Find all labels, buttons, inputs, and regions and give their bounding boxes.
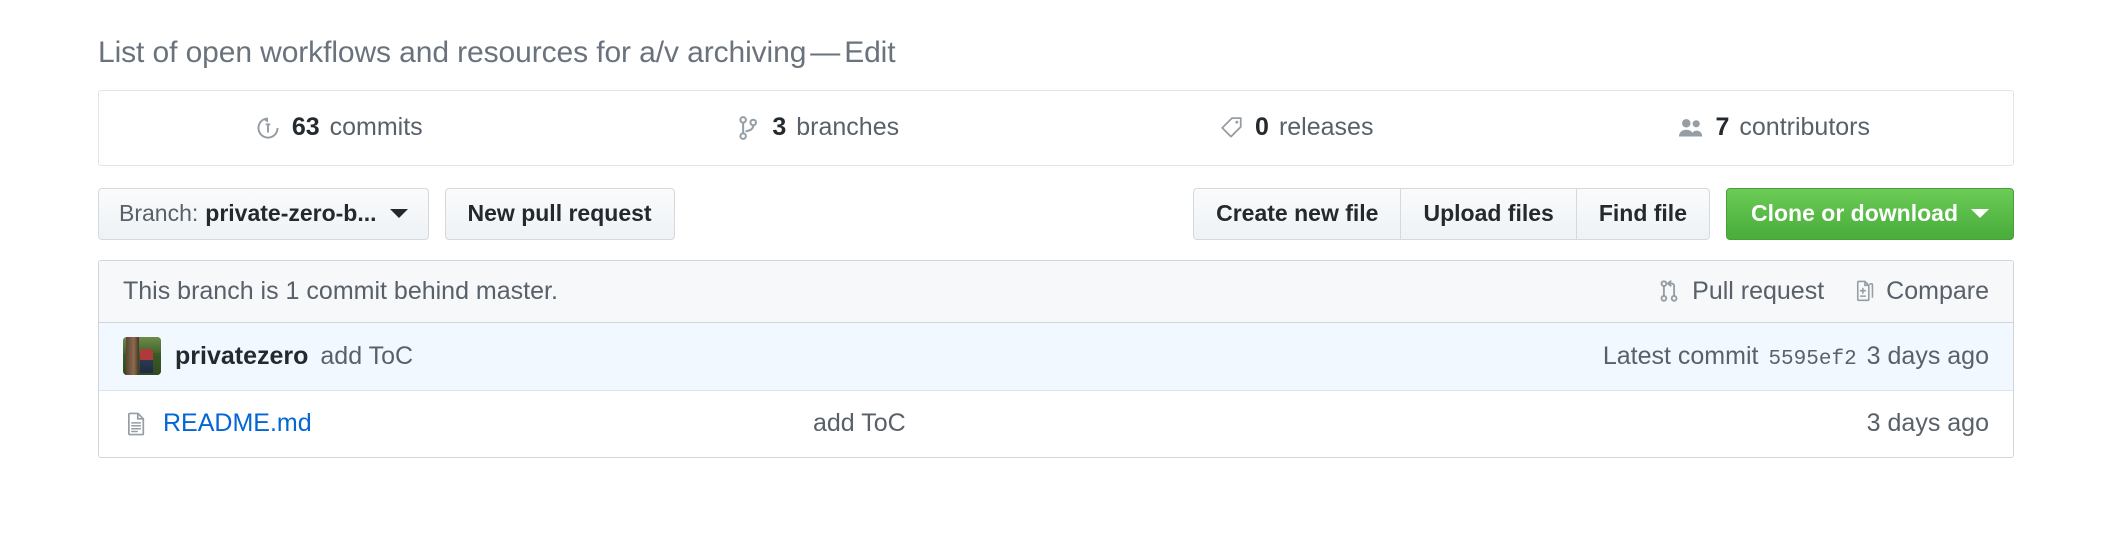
avatar	[123, 337, 161, 375]
branch-status-actions: Pull request Compare	[1656, 277, 1989, 306]
stat-releases-count: 0	[1255, 113, 1269, 141]
latest-commit-age: 3 days ago	[1866, 341, 1989, 370]
commit-sha-link[interactable]: 5595ef2	[1768, 348, 1856, 371]
repository-toolbar: Branch: private-zero-b... New pull reque…	[98, 187, 2014, 240]
repo-description: List of open workflows and resources for…	[98, 36, 807, 69]
file-name-link[interactable]: README.md	[163, 409, 312, 438]
stat-commits[interactable]: 63 commits	[99, 91, 578, 165]
chevron-down-icon	[1971, 209, 1989, 218]
chevron-down-icon	[389, 209, 408, 218]
file-icon	[123, 411, 149, 437]
page-title: List of open workflows and resources for…	[98, 0, 2014, 90]
diff-icon	[1850, 278, 1876, 304]
branch-status-text: This branch is 1 commit behind master.	[123, 276, 558, 305]
table-row: README.md add ToC 3 days ago	[99, 390, 2013, 457]
repository-stats-bar: 63 commits 3 branches 0 releases 7 contr…	[98, 89, 2014, 166]
title-separator: —	[810, 36, 841, 69]
toolbar-left-group: Branch: private-zero-b... New pull reque…	[98, 187, 675, 240]
stat-commits-label: commits	[329, 113, 423, 141]
stat-contributors-count: 7	[1715, 113, 1730, 141]
clone-or-download-button[interactable]: Clone or download	[1726, 187, 2014, 240]
repository-page: List of open workflows and resources for…	[0, 0, 2112, 550]
stat-contributors[interactable]: 7 contributors	[1535, 91, 2014, 165]
stat-releases-label: releases	[1278, 113, 1374, 141]
file-name-cell: README.md	[123, 409, 813, 438]
stat-branches[interactable]: 3 branches	[578, 91, 1057, 165]
stat-branches-label: branches	[796, 113, 900, 141]
pull-request-label: Pull request	[1692, 276, 1825, 305]
stat-commits-count: 63	[291, 113, 320, 141]
stat-releases[interactable]: 0 releases	[1056, 91, 1535, 165]
git-pull-request-icon	[1656, 278, 1682, 304]
new-pull-request-button[interactable]: New pull request	[444, 187, 675, 240]
stat-contributors-label: contributors	[1739, 113, 1871, 141]
clone-or-download-label: Clone or download	[1751, 200, 1958, 226]
latest-commit-row: privatezero add ToC Latest commit 5595ef…	[99, 322, 2013, 391]
stat-branches-count: 3	[772, 113, 787, 141]
pull-request-link[interactable]: Pull request	[1656, 277, 1824, 306]
page-content: List of open workflows and resources for…	[98, 0, 2014, 458]
file-listing-box: This branch is 1 commit behind master. P…	[98, 259, 2014, 458]
tag-icon	[1217, 114, 1245, 142]
compare-link[interactable]: Compare	[1850, 277, 1989, 306]
edit-description-link[interactable]: Edit	[844, 36, 895, 69]
toolbar-right-group: Create new file Upload files Find file C…	[1193, 187, 2014, 240]
commit-message-link[interactable]: add ToC	[320, 342, 413, 371]
branch-selector-name: private-zero-b...	[205, 200, 377, 226]
file-actions-button-group: Create new file Upload files Find file	[1193, 187, 1710, 240]
create-new-file-button[interactable]: Create new file	[1193, 187, 1401, 240]
upload-files-button[interactable]: Upload files	[1400, 187, 1576, 240]
history-icon	[254, 114, 282, 142]
branch-status-bar: This branch is 1 commit behind master. P…	[99, 260, 2013, 323]
branch-selector-button[interactable]: Branch: private-zero-b...	[98, 187, 429, 240]
branch-selector-prefix: Branch:	[119, 200, 199, 226]
git-branch-icon	[734, 114, 762, 142]
file-age: 3 days ago	[1866, 409, 1989, 437]
commit-author-link[interactable]: privatezero	[175, 342, 308, 371]
compare-label: Compare	[1886, 276, 1989, 305]
latest-commit-label: Latest commit	[1602, 341, 1759, 370]
find-file-button[interactable]: Find file	[1575, 187, 1710, 240]
people-icon	[1677, 114, 1705, 142]
file-commit-message-link[interactable]: add ToC	[813, 409, 906, 438]
latest-commit-meta: Latest commit 5595ef2 3 days ago	[1603, 342, 1989, 371]
